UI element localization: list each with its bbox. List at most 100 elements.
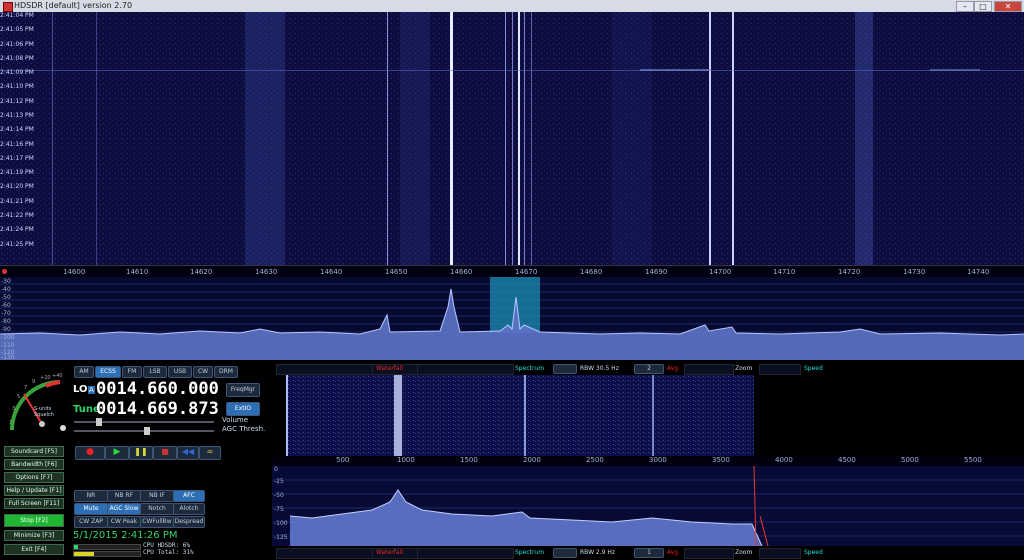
play-icon: ▶ xyxy=(113,447,121,457)
af-db-label: -100 xyxy=(274,520,288,527)
main-spectrum[interactable]: -30 -40 -50 -60 -70 -80 -90 -100 -110 -1… xyxy=(0,277,1024,361)
freq-label: 14630 xyxy=(255,268,278,276)
freq-label: 14600 xyxy=(63,268,86,276)
bottom-avg-slider[interactable] xyxy=(684,548,734,559)
agc-slider-thumb[interactable] xyxy=(144,427,150,435)
waterfall-slider-1[interactable] xyxy=(276,364,373,375)
pause-button[interactable]: ❚❚ xyxy=(129,446,153,460)
afc-button[interactable]: AFC xyxy=(173,490,205,502)
stop-playback-button[interactable]: ■ xyxy=(153,446,177,460)
agc-threshold-slider[interactable] xyxy=(74,427,214,435)
main-waterfall[interactable]: 2:41:04 PM 2:41:05 PM 2:41:06 PM 2:41:08… xyxy=(0,12,1024,265)
freq-label: 14640 xyxy=(320,268,343,276)
audio-frequency-scale[interactable]: 500 1000 1500 2000 2500 3000 3500 4000 4… xyxy=(272,456,1024,466)
mode-lsb[interactable]: LSB xyxy=(143,366,167,378)
db-label: -90 xyxy=(1,326,11,333)
mode-fm[interactable]: FM xyxy=(122,366,142,378)
options-button[interactable]: Options [F7] xyxy=(4,472,64,483)
mode-am[interactable]: AM xyxy=(74,366,94,378)
stop-button[interactable]: Stop [F2] xyxy=(4,514,64,527)
cw-peak-button[interactable]: CW Peak xyxy=(107,516,141,528)
timestamp: 2:41:25 PM xyxy=(0,241,34,248)
lo-frequency-display[interactable]: 0014.660.000 xyxy=(96,379,219,399)
nr-button[interactable]: NR xyxy=(74,490,108,502)
s-meter: S-units Squelch 1 3 5 7 9 +20 +40 xyxy=(4,372,66,434)
bottom-zoom-slider[interactable] xyxy=(759,548,801,559)
agc-slow-button[interactable]: AGC Slow xyxy=(107,503,141,515)
volume-label: Volume xyxy=(222,416,249,424)
agc-thresh-label: AGC Thresh. xyxy=(222,425,266,433)
af-label: 3500 xyxy=(712,456,730,464)
timestamp: 2:41:13 PM xyxy=(0,112,34,119)
minimize-button[interactable]: – xyxy=(956,1,974,12)
soundcard-button[interactable]: Soundcard [F5] xyxy=(4,446,64,457)
af-label: 1500 xyxy=(460,456,478,464)
mode-cw[interactable]: CW xyxy=(193,366,213,378)
timestamp: 2:41:09 PM xyxy=(0,69,34,76)
waterfall-canvas[interactable] xyxy=(0,12,1024,265)
volume-slider-thumb[interactable] xyxy=(96,418,102,426)
exit-button[interactable]: Exit [F4] xyxy=(4,544,64,555)
bandwidth-button[interactable]: Bandwidth [F6] xyxy=(4,459,64,470)
cw-fullbw-button[interactable]: CWFullBw xyxy=(140,516,174,528)
bottom-spectrum-stepper[interactable] xyxy=(553,548,577,558)
spectrum-slider-1[interactable] xyxy=(417,364,514,375)
nb-if-button[interactable]: NB IF xyxy=(140,490,174,502)
freqmgr-button[interactable]: FreqMgr xyxy=(226,383,260,397)
audio-waterfall[interactable] xyxy=(272,375,1024,456)
volume-slider[interactable] xyxy=(74,418,214,426)
freq-label: 14700 xyxy=(709,268,732,276)
db-label: -60 xyxy=(1,302,11,309)
spectrum-canvas[interactable] xyxy=(0,277,1024,360)
audio-spectrum[interactable]: 0 -25 -50 -75 -100 -125 xyxy=(272,466,1024,546)
s-scale-label: +20 xyxy=(40,375,51,381)
af-label: 500 xyxy=(336,456,350,464)
help-update-button[interactable]: Help / Update [F1] xyxy=(4,485,64,496)
maximize-button[interactable]: □ xyxy=(974,1,992,12)
bottom-waterfall-slider-1[interactable] xyxy=(276,548,373,559)
timestamp: 2:41:20 PM xyxy=(0,183,34,190)
db-label: -50 xyxy=(1,294,11,301)
audio-waterfall-canvas[interactable] xyxy=(272,375,1024,456)
despread-button[interactable]: Despread xyxy=(173,516,205,528)
top-control-bar: Waterfall Spectrum RBW 30.5 Hz 2 Avg Zoo… xyxy=(272,364,1024,375)
tune-frequency-display[interactable]: 0014.669.873 xyxy=(96,399,219,419)
cw-zap-button[interactable]: CW ZAP xyxy=(74,516,108,528)
avg-slider[interactable] xyxy=(684,364,734,375)
nb-rf-button[interactable]: NB RF xyxy=(107,490,141,502)
freq-label: 14730 xyxy=(903,268,926,276)
lo-badge[interactable]: A xyxy=(88,386,95,394)
mute-button[interactable]: Mute xyxy=(74,503,108,515)
full-screen-button[interactable]: Full Screen [F11] xyxy=(4,498,64,509)
db-label: -40 xyxy=(1,286,11,293)
bottom-spectrum-slider[interactable] xyxy=(417,548,514,559)
record-button[interactable]: ● xyxy=(75,446,105,460)
freq-label: 14620 xyxy=(190,268,213,276)
bottom-rbw-select[interactable]: 1 xyxy=(634,548,664,558)
s-scale-label: 5 xyxy=(17,394,21,400)
mode-drm[interactable]: DRM xyxy=(214,366,238,378)
squelch-knob[interactable] xyxy=(60,425,66,431)
loop-button[interactable]: ∞ xyxy=(199,446,221,460)
db-label: -100 xyxy=(1,334,15,341)
mode-ecss[interactable]: ECSS xyxy=(95,366,121,378)
s-scale-label: +40 xyxy=(52,373,63,379)
notch-button[interactable]: Notch xyxy=(140,503,174,515)
timestamp: 2:41:12 PM xyxy=(0,98,34,105)
datetime-display: 5/1/2015 2:41:26 PM xyxy=(73,530,178,541)
play-button[interactable]: ▶ xyxy=(105,446,129,460)
audio-spectrum-canvas[interactable] xyxy=(272,466,1024,546)
af-label: 2000 xyxy=(523,456,541,464)
extio-button[interactable]: ExtIO xyxy=(226,402,260,416)
rbw-select[interactable]: 2 xyxy=(634,364,664,374)
spectrum-stepper[interactable] xyxy=(553,364,577,374)
bottom-avg-label: Avg xyxy=(667,549,679,556)
mode-usb[interactable]: USB xyxy=(168,366,192,378)
alotch-button[interactable]: Alotch xyxy=(173,503,205,515)
zoom-slider[interactable] xyxy=(759,364,801,375)
minimize-app-button[interactable]: Minimize [F3] xyxy=(4,530,64,541)
timestamp: 2:41:05 PM xyxy=(0,26,34,33)
rewind-button[interactable]: ◀◀ xyxy=(177,446,199,460)
close-button[interactable]: ✕ xyxy=(994,1,1022,12)
bottom-speed-label: Speed xyxy=(804,549,823,556)
